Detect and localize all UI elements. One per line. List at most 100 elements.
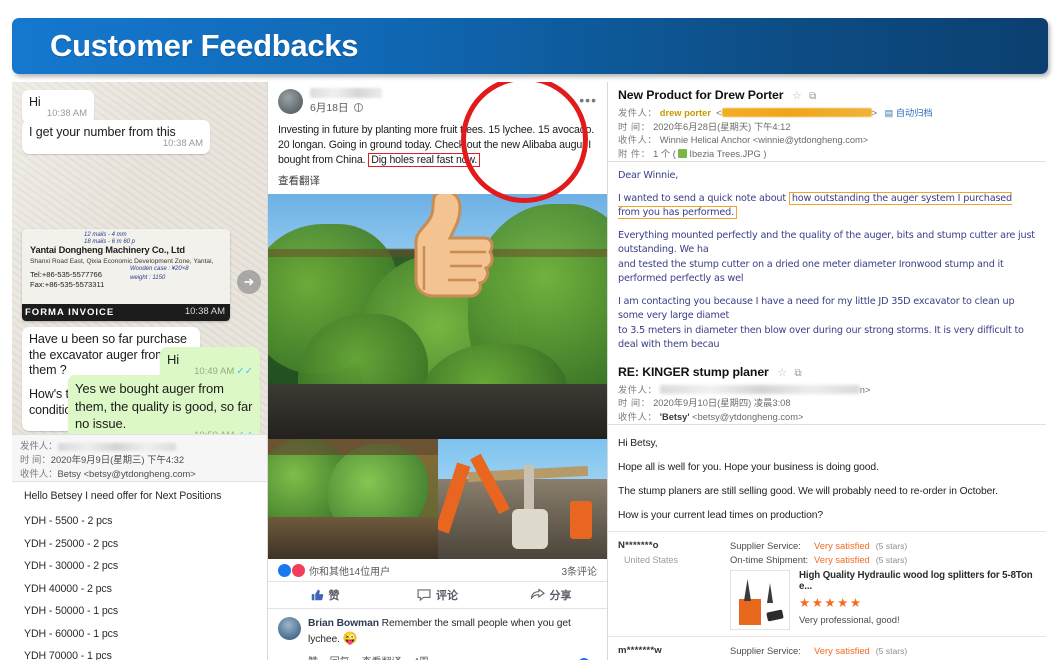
email-greeting: Dear Winnie, (618, 170, 679, 181)
comment-bubble-icon (417, 589, 431, 602)
log-splitter-product-thumbnail[interactable] (730, 570, 790, 630)
comment-timestamp: 4周 (413, 657, 429, 660)
more-options-icon[interactable]: ••• (579, 92, 597, 108)
comment-text: Brian Bowman Remember the small people w… (308, 618, 571, 645)
post-photo-row (268, 82, 607, 559)
time-label: 时 间： (20, 454, 51, 465)
post-date: 6月18日 (310, 100, 382, 115)
supplier-service-value: Very satisfied (814, 645, 870, 656)
share-button[interactable]: 分享 (494, 587, 607, 603)
to-label: 收件人： (20, 468, 58, 479)
email-paragraph: The stump planers are still selling good… (618, 486, 998, 497)
comment-author[interactable]: Brian Bowman (308, 618, 379, 629)
shipment-rating: On-time Shipment: Very satisfied (5 star… (730, 554, 1036, 565)
quote-line: YDH - 25000 - 2 pcs (24, 537, 119, 550)
chat-message-time: 10:38 AM (162, 138, 203, 149)
email-meta: 发件人： drew porter < > ▤ 自动归档 时 间： 2020年6月2… (618, 108, 933, 159)
chat-message-text: I get your number from this (29, 125, 176, 139)
reviewer-name: N*******o (618, 540, 659, 551)
time-value: 2020年9月9日(星期三) 下午4:32 (50, 454, 185, 465)
post-photo-excavator[interactable] (438, 439, 607, 559)
email-paragraph: How is your current lead times on produc… (618, 510, 823, 521)
email-2-header: RE: KINGER stump planer ☆ ⧉ 发件人： n> 时 间：… (608, 361, 1046, 425)
email-2-body: Hi Betsy, Hope all is well for you. Hope… (608, 425, 1046, 525)
email-panel: New Product for Drew Porter ☆ ⧉ 发件人： dre… (608, 82, 1046, 660)
quote-line: YDH 40000 - 2 pcs (24, 582, 112, 595)
star-icon[interactable]: ☆ (792, 90, 802, 102)
time-value: 2020年6月28日(星期天) 下午4:12 (653, 121, 791, 132)
business-card-address: Shanxi Road East, Qixia Economic Develop… (30, 258, 214, 265)
chat-bubble-incoming: I get your number from this 10:38 AM (22, 120, 210, 154)
redacted-email-address (721, 108, 872, 117)
comment-button[interactable]: 评论 (381, 587, 494, 603)
reviewer-info: N*******o United States (618, 540, 730, 630)
email-1-body: Dear Winnie, I wanted to send a quick no… (608, 162, 1046, 353)
thumbs-up-icon (311, 589, 323, 601)
email-subject-row: New Product for Drew Porter ☆ ⧉ (618, 86, 1036, 104)
reviewer-name: m*******w (618, 645, 662, 656)
business-card-company: Yantai Dongheng Machinery Co., Ltd (30, 245, 185, 255)
like-button[interactable]: 赞 (268, 587, 381, 603)
supplier-service-stars: (5 stars) (875, 541, 908, 551)
love-reaction-icon (292, 564, 305, 577)
like-reaction-icon (577, 658, 590, 660)
product-title[interactable]: High Quality Hydraulic wood log splitter… (799, 570, 1036, 592)
email-subject: RE: KINGER stump planer (618, 364, 769, 379)
star-rating: ★★★★★ (799, 596, 863, 610)
business-card-image[interactable]: 12 mails - 4 mm 18 mails - 6 m 60 p Yant… (22, 229, 230, 321)
time-value: 2020年9月10日(星期四) 凌晨3:08 (653, 398, 791, 408)
comment-meta: 赞 回复 查看翻译 4周 (308, 653, 597, 660)
attachment-filename[interactable]: Ibezia Trees.JPG (689, 149, 760, 159)
comment-reply-link[interactable]: 回复 (330, 657, 350, 660)
email-meta: 发件人： n> 时 间： 2020年9月10日(星期四) 凌晨3:08 收件人：… (618, 384, 871, 422)
share-label: 分享 (549, 590, 572, 602)
email-paragraph: I am contacting you because I have a nee… (618, 295, 1024, 351)
quote-line: YDH - 30000 - 2 pcs (24, 560, 119, 572)
chat-message-text: Yes we bought auger from them, the quali… (75, 381, 253, 431)
time-label: 时 间： (618, 398, 651, 408)
email-paragraph: Hope all is well for you. Hope your busi… (618, 462, 879, 473)
quote-line: YDH 70000 - 1 pcs (24, 650, 112, 660)
from-name[interactable]: drew porter (660, 108, 711, 118)
comment-like-link[interactable]: 赞 (308, 657, 318, 660)
globe-icon (353, 103, 363, 112)
avatar[interactable] (278, 617, 301, 640)
open-in-new-window-icon[interactable]: ⧉ (809, 91, 816, 102)
shipment-rating: On-time Shipment: Very satisfied (5 star… (730, 659, 1036, 660)
auto-archive-link[interactable]: ▤ 自动归档 (885, 108, 933, 118)
like-label: 赞 (328, 590, 340, 602)
redacted-email-address (659, 384, 860, 394)
post-photo-saplings[interactable] (268, 439, 438, 559)
invoice-strip: FORMA INVOICE 10:38 AM (22, 304, 230, 321)
thumbs-up-emoji-icon (414, 194, 494, 298)
redacted-author-name (310, 88, 382, 98)
email-greeting: Hi Betsy, (618, 438, 658, 449)
to-name: 'Betsy' (659, 411, 690, 422)
shipment-label: On-time Shipment: (730, 659, 814, 660)
comments-count[interactable]: 3条评论 (561, 563, 597, 578)
chat-email-header: 发件人： 时 间：2020年9月9日(星期三) 下午4:32 收件人：Betsy… (12, 434, 267, 482)
comment-translate-link[interactable]: 查看翻译 (362, 657, 402, 660)
review-row: m*******w Canada Supplier Service: Very … (608, 636, 1046, 660)
quote-line: Hello Betsey I need offer for Next Posit… (24, 490, 222, 502)
reviewer-info: m*******w Canada (618, 645, 730, 660)
share-arrow-icon (530, 588, 545, 600)
quote-request-list: Hello Betsey I need offer for Next Posit… (12, 482, 267, 660)
chat-message-time: 10:38 AM (184, 306, 225, 317)
reviewed-product: High Quality Hydraulic wood log splitter… (730, 570, 1036, 630)
star-icon[interactable]: ☆ (777, 367, 787, 379)
from-label: 发件人： (618, 384, 658, 395)
forward-icon[interactable]: ➜ (237, 270, 261, 294)
post-photo-trees[interactable] (268, 194, 607, 439)
to-value: Betsy <betsy@ytdongheng.com> (57, 468, 196, 479)
chat-panel: Hi 10:38 AM I get your number from this … (12, 82, 268, 660)
open-in-new-window-icon[interactable]: ⧉ (795, 368, 802, 379)
quote-line: YDH - 60000 - 1 pcs (24, 627, 119, 640)
chat-message-text: Hi (29, 95, 41, 109)
reactions-text[interactable]: 你和其他14位用户 (309, 563, 390, 578)
shipment-label: On-time Shipment: (730, 554, 809, 565)
panels-container: Hi 10:38 AM I get your number from this … (12, 82, 1048, 660)
review-row: N*******o United States Supplier Service… (608, 531, 1046, 636)
avatar[interactable] (278, 89, 303, 114)
shipment-value: Very satisfied (814, 554, 870, 565)
